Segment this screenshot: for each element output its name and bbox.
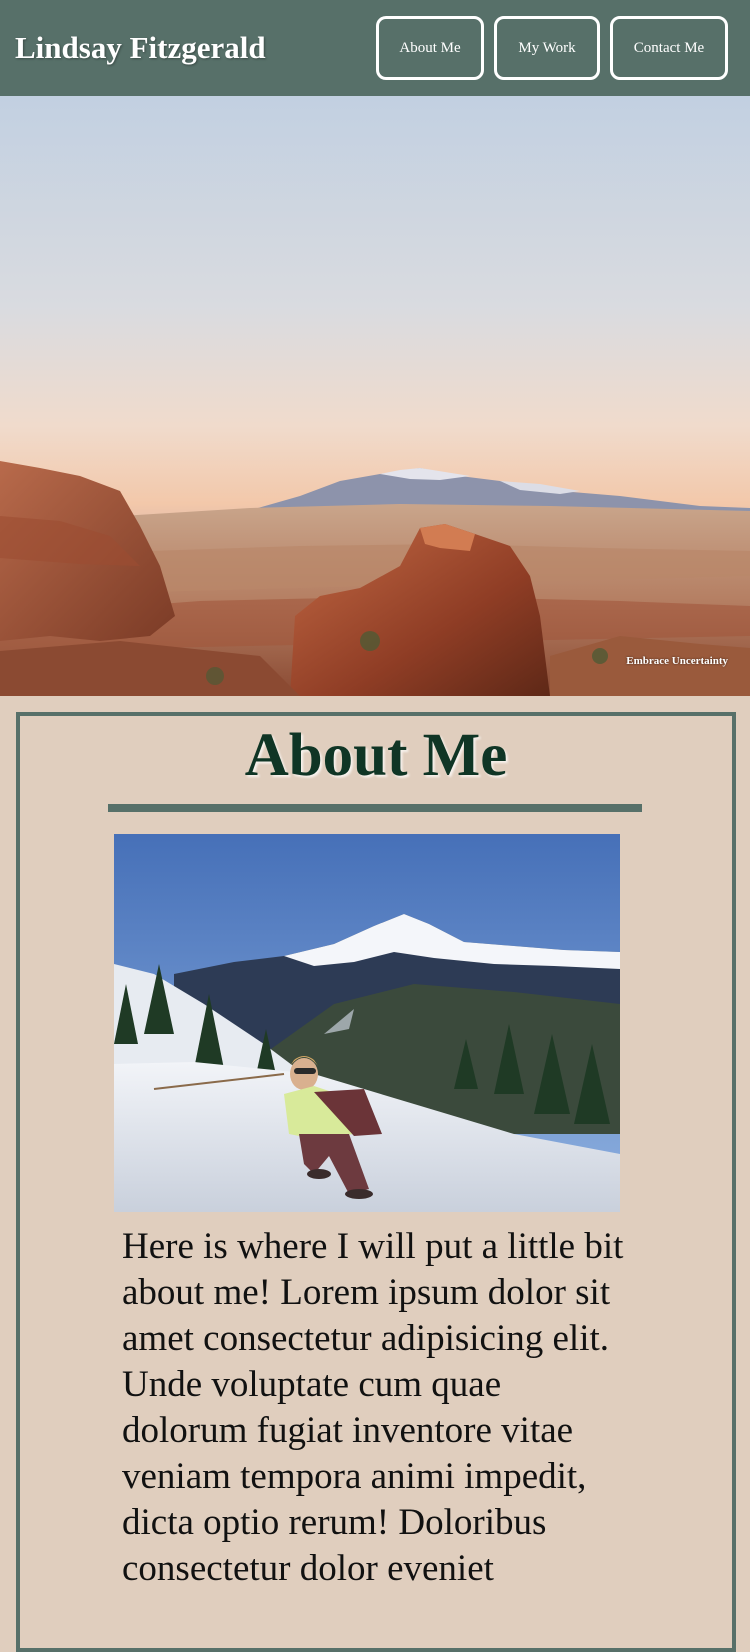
hero-caption: Embrace Uncertainty	[626, 655, 728, 667]
hero-banner: Embrace Uncertainty	[0, 96, 750, 696]
site-title[interactable]: Lindsay Fitzgerald	[15, 28, 266, 68]
site-header: Lindsay Fitzgerald About Me My Work Cont…	[0, 0, 750, 96]
hero-landscape-image	[0, 96, 750, 696]
about-body-text: Here is where I will put a little bit ab…	[122, 1226, 624, 1589]
mountain-snow-photo	[114, 834, 620, 1212]
about-heading: About Me	[244, 722, 508, 789]
nav-about-me-button[interactable]: About Me	[376, 16, 484, 80]
about-section: About Me Here is where I will put a litt…	[16, 712, 736, 1652]
about-photo	[114, 834, 620, 1212]
nav-my-work-button[interactable]: My Work	[494, 16, 600, 80]
nav-contact-me-button[interactable]: Contact Me	[610, 16, 728, 80]
about-divider	[108, 804, 642, 812]
